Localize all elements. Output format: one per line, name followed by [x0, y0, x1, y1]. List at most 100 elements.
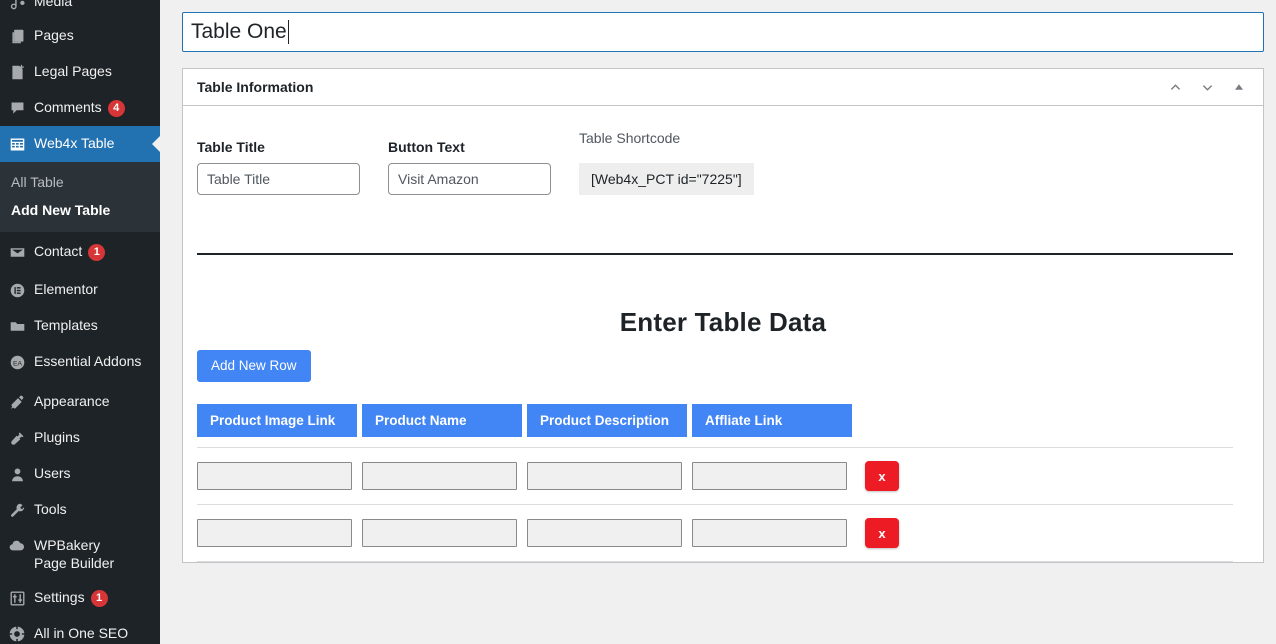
table-title-input[interactable] [197, 163, 360, 195]
settings-count-badge: 1 [90, 590, 108, 607]
sidebar-item-comments[interactable]: Comments 4 [0, 90, 160, 126]
column-header-product-image-link: Product Image Link [197, 404, 357, 437]
comment-bubble-icon [0, 98, 34, 118]
sidebar-item-label: Elementor [34, 281, 98, 297]
move-panel-up-button[interactable] [1159, 69, 1191, 105]
sidebar-item-label: Comments 4 [34, 98, 133, 117]
envelope-icon [0, 242, 34, 262]
add-new-row-button[interactable]: Add New Row [197, 350, 311, 382]
pages-icon [0, 26, 34, 46]
table-meta-fields: Table Title Button Text Table Shortcode … [183, 106, 1263, 195]
sidebar-item-label: Contact 1 [34, 242, 113, 261]
table-information-panel: Table Information Table Title Table Titl… [182, 68, 1264, 563]
cell-affliate-link[interactable] [692, 462, 847, 490]
delete-row-button[interactable]: x [865, 461, 899, 491]
panel-body: Table Title Button Text Table Shortcode … [183, 106, 1263, 562]
sidebar-item-text: Settings [34, 589, 85, 605]
sidebar-item-media[interactable]: Media [0, 0, 160, 18]
sidebar-item-label: Appearance [34, 393, 110, 409]
sidebar-item-text: Contact [34, 243, 83, 259]
sidebar-item-essential-addons[interactable]: EA Essential Addons [0, 344, 160, 380]
table-row-divider [197, 561, 1233, 562]
enter-table-data-heading: Enter Table Data [619, 307, 827, 337]
paintbrush-icon [0, 392, 34, 412]
sidebar-item-label: Tools [34, 501, 67, 517]
table-shortcode-value[interactable]: [Web4x_PCT id="7225"] [579, 163, 754, 195]
sliders-icon [0, 588, 34, 608]
sidebar-submenu-web4x-table: All Table Add New Table [0, 162, 160, 232]
button-text-field: Button Text [388, 139, 551, 195]
cell-product-description[interactable] [527, 462, 682, 490]
gear-icon [0, 624, 34, 644]
cell-affliate-link[interactable] [692, 519, 847, 547]
contact-count-badge: 1 [88, 244, 106, 261]
cell-product-image-link[interactable] [197, 462, 352, 490]
sidebar-item-label: Templates [34, 317, 98, 333]
sidebar-item-tools[interactable]: Tools [0, 492, 160, 528]
text-cursor [287, 20, 289, 44]
folder-icon [0, 316, 34, 336]
sidebar-submenu-item-all-table[interactable]: All Table [0, 168, 160, 196]
sidebar-item-all-in-one-seo[interactable]: All in One SEO [0, 616, 160, 644]
sidebar-item-templates[interactable]: Templates [0, 308, 160, 344]
sidebar-item-pages[interactable]: Pages [0, 18, 160, 54]
table-row: x [197, 505, 1233, 561]
sidebar-item-users[interactable]: Users [0, 456, 160, 492]
button-text-input[interactable] [388, 163, 551, 195]
svg-text:EA: EA [12, 360, 22, 367]
column-header-affliate-link: Affliate Link [692, 404, 852, 437]
sidebar-item-label: Web4x Table [34, 135, 115, 151]
table-row: x [197, 448, 1233, 504]
sidebar-item-web4x-table[interactable]: Web4x Table [0, 126, 160, 162]
table-title-label: Table Title [197, 139, 265, 155]
sidebar-item-text: Comments [34, 99, 102, 115]
sidebar-item-label: Users [34, 465, 71, 481]
add-new-row-wrap: Add New Row [183, 338, 1263, 382]
table-grid-icon [0, 134, 34, 154]
delete-row-button[interactable]: x [865, 518, 899, 548]
move-panel-down-button[interactable] [1191, 69, 1223, 105]
sidebar-item-label: All in One SEO [34, 625, 129, 641]
table-shortcode-field: Table Shortcode [Web4x_PCT id="7225"] [579, 130, 754, 195]
sidebar-item-appearance[interactable]: Appearance [0, 380, 160, 420]
sidebar-item-label: Pages [34, 27, 74, 43]
post-title-input[interactable]: Table One [182, 12, 1264, 52]
wrench-icon [0, 500, 34, 520]
main-content: Table One Table Information Table Title … [160, 0, 1276, 644]
table-header-row: Product Image Link Product Name Product … [197, 404, 1233, 437]
sidebar-item-label: Legal Pages [34, 63, 112, 79]
panel-handle-actions [1159, 69, 1263, 105]
cell-product-description[interactable] [527, 519, 682, 547]
sidebar-item-label: Plugins [34, 429, 80, 445]
sidebar-item-label: WPBakery Page Builder [34, 537, 115, 571]
sidebar-item-label: Settings 1 [34, 588, 116, 607]
sidebar-item-settings[interactable]: Settings 1 [0, 580, 160, 616]
toggle-panel-button[interactable] [1223, 69, 1255, 105]
table-title-field: Table Title [197, 139, 360, 195]
column-header-product-description: Product Description [527, 404, 687, 437]
cell-product-image-link[interactable] [197, 519, 352, 547]
active-caret-icon [152, 136, 160, 152]
sidebar-item-legal-pages[interactable]: Legal Pages [0, 54, 160, 90]
page-plus-icon [0, 62, 34, 82]
comments-count-badge: 4 [107, 100, 125, 117]
media-music-icon [0, 0, 34, 12]
admin-sidebar: Media Pages Legal Pages Comments 4 Web4x… [0, 0, 160, 644]
table-shortcode-label: Table Shortcode [579, 130, 681, 146]
button-text-label: Button Text [388, 139, 465, 155]
cell-product-name[interactable] [362, 519, 517, 547]
elementor-circle-e-icon [0, 280, 34, 300]
cell-product-name[interactable] [362, 462, 517, 490]
sidebar-item-wpbakery-page-builder[interactable]: WPBakery Page Builder [0, 528, 160, 580]
plug-icon [0, 428, 34, 448]
sidebar-item-elementor[interactable]: Elementor [0, 270, 160, 308]
panel-title: Table Information [197, 79, 314, 95]
sidebar-submenu-item-add-new-table[interactable]: Add New Table [0, 196, 160, 224]
post-title-wrap: Table One [160, 0, 1276, 52]
user-icon [0, 464, 34, 484]
sidebar-item-plugins[interactable]: Plugins [0, 420, 160, 456]
sidebar-item-contact[interactable]: Contact 1 [0, 232, 160, 270]
sidebar-item-label: Essential Addons [34, 353, 142, 369]
cloud-icon [0, 536, 34, 556]
panel-header[interactable]: Table Information [183, 69, 1263, 106]
